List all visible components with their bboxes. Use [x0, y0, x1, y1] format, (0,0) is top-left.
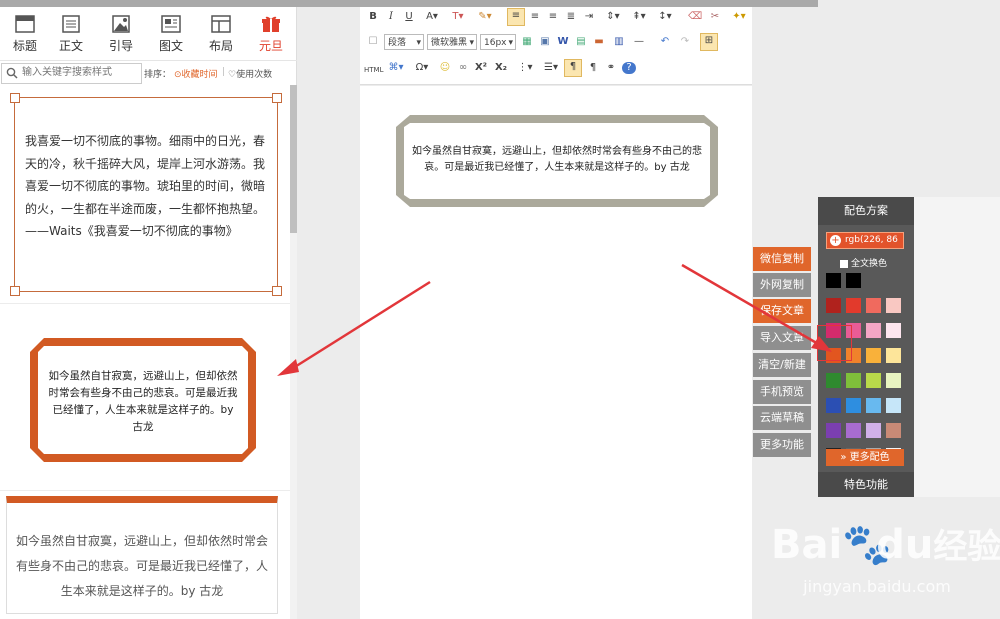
annotation-arrow: [289, 280, 431, 372]
watermark-url: jingyan.baidu.com: [803, 577, 951, 596]
watermark-brand: Bai: [771, 522, 843, 568]
watermark-brand2: du: [876, 522, 934, 568]
baidu-jingyan-watermark: Bai🐾du经验 jingyan.baidu.com: [765, 505, 1000, 615]
annotation-arrow: [681, 263, 821, 347]
arrow-head-icon: [277, 359, 299, 376]
arrow-head-icon: [811, 336, 832, 352]
watermark-brand3: 经验: [933, 527, 1000, 567]
paw-icon: 🐾: [842, 522, 893, 568]
watermark-logo: Bai🐾du经验: [771, 519, 1000, 568]
